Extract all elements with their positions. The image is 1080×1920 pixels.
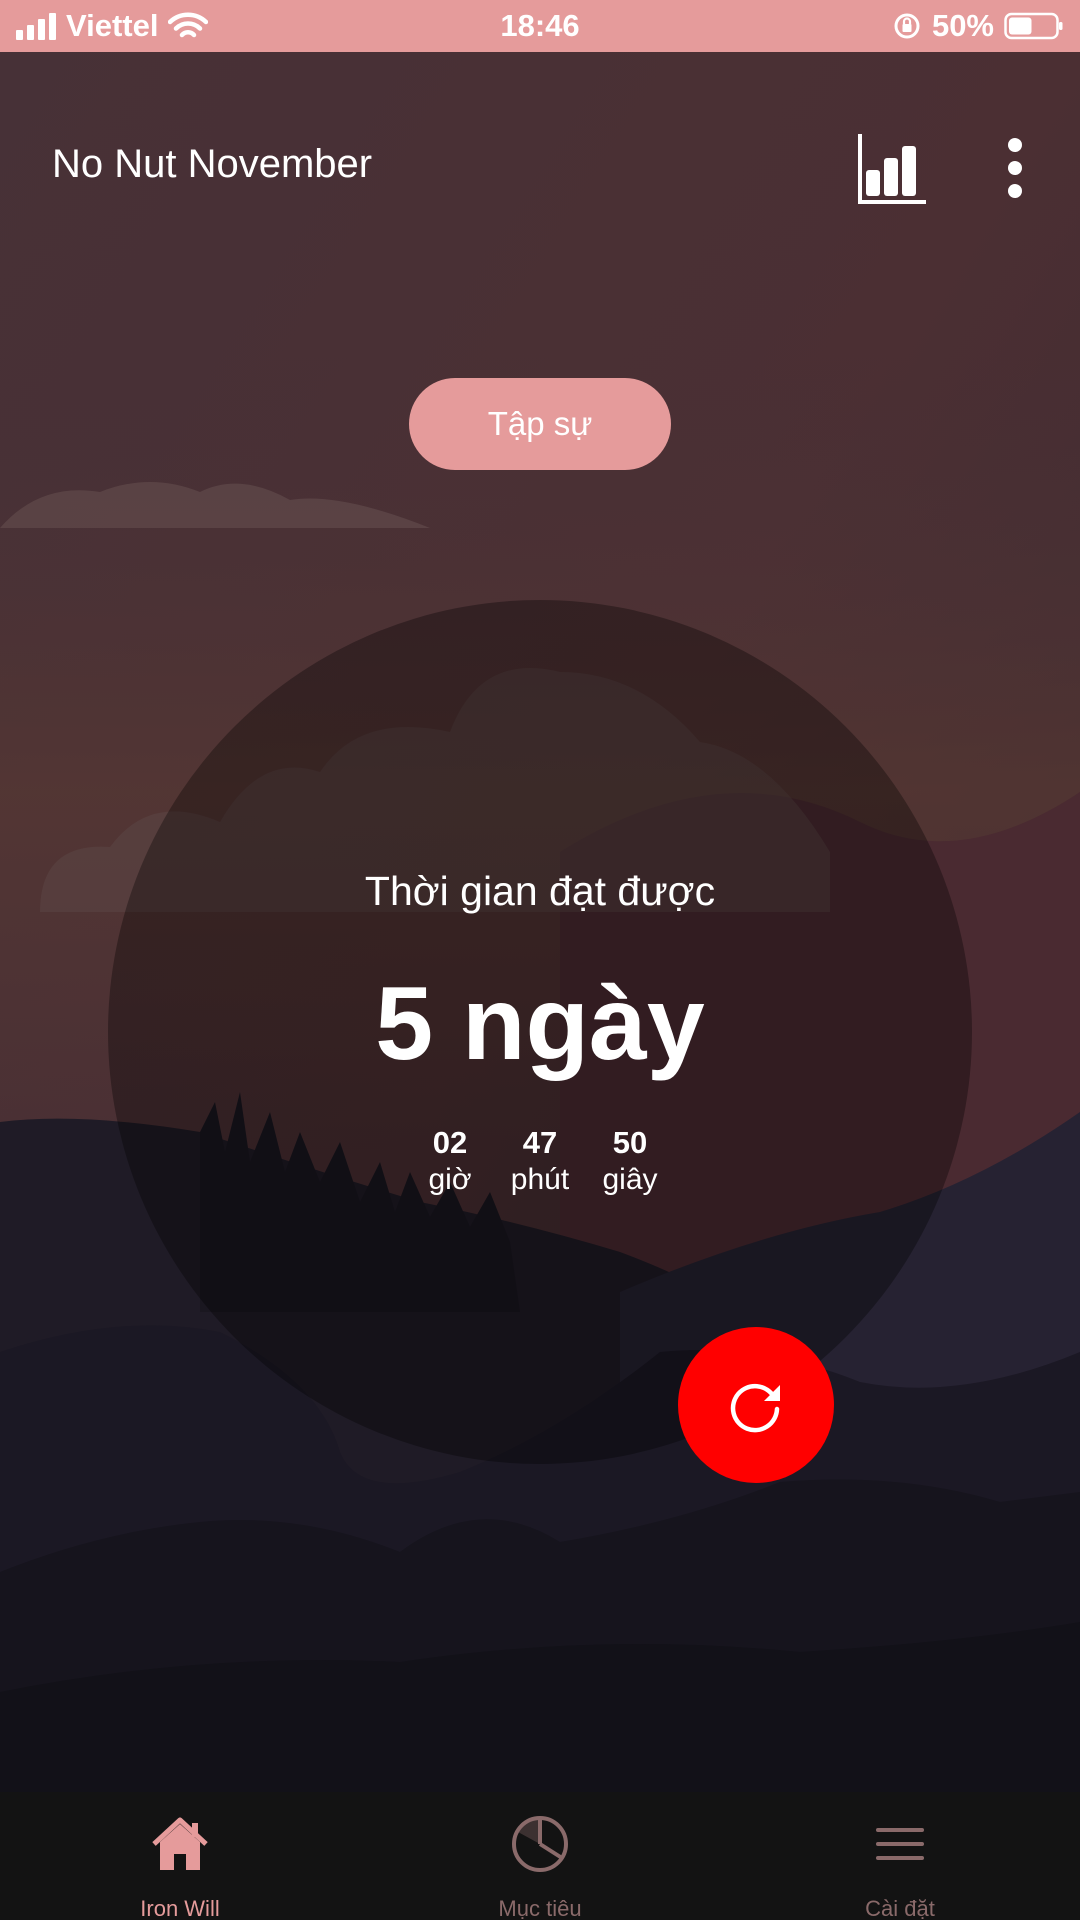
statistics-button[interactable] xyxy=(850,130,930,210)
nav-item-iron-will[interactable]: Iron Will xyxy=(0,1792,360,1920)
more-vertical-icon xyxy=(1008,138,1022,198)
refresh-icon xyxy=(730,1383,780,1433)
more-options-button[interactable] xyxy=(990,130,1040,210)
app-screen: Viettel 18:46 50% No Nut November Tập sự… xyxy=(0,0,1080,1920)
nav-label-settings: Cài đặt xyxy=(865,1896,935,1920)
status-bar: Viettel 18:46 50% xyxy=(0,0,1080,52)
minutes-label: phút xyxy=(510,1163,570,1196)
seconds-value: 50 xyxy=(612,1125,648,1160)
menu-icon xyxy=(876,1828,924,1860)
nav-item-settings[interactable]: Cài đặt xyxy=(720,1792,1080,1920)
reset-button[interactable] xyxy=(678,1327,834,1483)
hours-label: giờ xyxy=(428,1163,472,1196)
bottom-navigation: Iron Will Mục tiêu Cài đặt xyxy=(0,1792,1080,1920)
timer-label: Thời gian đạt được xyxy=(364,868,716,914)
orientation-lock-icon xyxy=(894,13,920,39)
bar-chart-icon xyxy=(858,134,926,204)
rank-badge[interactable]: Tập sự xyxy=(409,378,671,470)
hours-unit: 02 giờ xyxy=(419,1125,481,1197)
seconds-label: giây xyxy=(602,1163,658,1196)
nav-label-iron-will: Iron Will xyxy=(140,1896,220,1920)
nav-label-goals: Mục tiêu xyxy=(498,1896,582,1920)
seconds-unit: 50 giây xyxy=(599,1125,661,1197)
minutes-unit: 47 phút xyxy=(509,1125,571,1197)
timer-days: 5 ngày xyxy=(375,966,705,1082)
app-title: No Nut November xyxy=(52,142,373,186)
minutes-value: 47 xyxy=(522,1125,558,1160)
battery-percent: 50% xyxy=(931,8,994,43)
timer-units: 02 giờ 47 phút 50 giây xyxy=(0,1125,1080,1197)
nav-item-goals[interactable]: Mục tiêu xyxy=(360,1792,720,1920)
pie-chart-icon xyxy=(512,1816,568,1872)
hours-value: 02 xyxy=(432,1125,468,1160)
home-icon xyxy=(152,1817,208,1870)
status-right: 50% xyxy=(892,8,1064,44)
battery-icon xyxy=(1004,12,1063,40)
